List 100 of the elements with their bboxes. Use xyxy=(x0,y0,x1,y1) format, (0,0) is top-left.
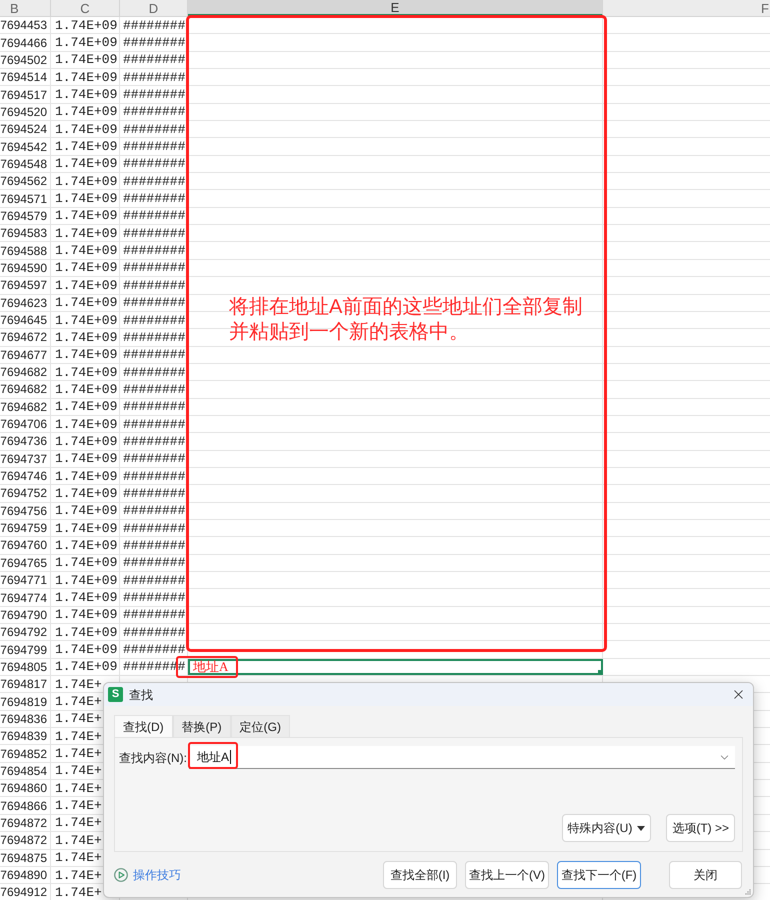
column-header[interactable]: C xyxy=(51,0,120,16)
table-cell: 7694756 xyxy=(0,504,47,517)
table-cell: ######## xyxy=(123,330,186,344)
table-cell: 7694817 xyxy=(0,678,47,690)
dropdown-button[interactable]: 特殊内容(U) xyxy=(562,814,652,842)
table-cell: 7694765 xyxy=(0,556,47,569)
table-cell: ######## xyxy=(123,36,186,50)
table-cell[interactable]: 地址A xyxy=(188,658,603,676)
tips-link[interactable]: 操作技巧 xyxy=(114,868,181,882)
fill-handle-icon[interactable] xyxy=(598,670,603,676)
options-button[interactable]: 选项(T) >> xyxy=(666,814,735,842)
table-cell: ######## xyxy=(123,122,186,136)
table-cell: ######## xyxy=(123,314,186,327)
table-cell: 1.74E+ xyxy=(55,764,102,778)
table-cell: 1.74E+09 xyxy=(55,470,118,483)
dialog-button[interactable]: 查找上一个(V) xyxy=(465,861,549,889)
table-cell: 1.74E+ xyxy=(55,782,102,795)
table-cell: ######## xyxy=(123,261,186,274)
table-cell: 7694466 xyxy=(0,36,47,49)
table-cell: ######## xyxy=(123,591,186,604)
table-cell: ######## xyxy=(123,556,186,570)
table-cell: ######## xyxy=(123,88,186,102)
table-cell: 7694852 xyxy=(0,748,47,760)
table-cell: 7694548 xyxy=(0,158,47,170)
table-cell: ######## xyxy=(123,382,186,396)
table-cell: 7694542 xyxy=(0,140,47,153)
annotation-note: 将排在地址A前面的这些地址们全部复制并粘贴到一个新的表格中。 xyxy=(229,295,584,345)
table-cell: 7694890 xyxy=(0,869,47,882)
search-field[interactable]: 地址A xyxy=(189,746,735,769)
table-cell: 1.74E+09 xyxy=(55,400,118,414)
table-cell: 1.74E+09 xyxy=(55,244,118,258)
table-cell: 7694839 xyxy=(0,730,47,742)
table-cell: 7694524 xyxy=(0,123,47,136)
table-cell: ######## xyxy=(123,18,186,32)
table-cell: 7694502 xyxy=(0,54,47,66)
table-cell: ######## xyxy=(123,244,186,258)
table-cell: 7694805 xyxy=(0,660,47,673)
table-cell: 7694579 xyxy=(0,210,47,222)
table-cell: ######## xyxy=(123,278,186,292)
table-cell: 7694792 xyxy=(0,626,47,638)
caret-icon xyxy=(637,826,646,830)
table-cell: 1.74E+09 xyxy=(55,660,118,674)
column-header[interactable]: F xyxy=(603,0,770,16)
table-cell: 7694774 xyxy=(0,592,47,604)
table-cell: 7694836 xyxy=(0,712,47,725)
table-cell: 7694623 xyxy=(0,296,47,309)
table-cell: ######## xyxy=(123,643,186,656)
table-cell: 1.74E+09 xyxy=(55,36,118,50)
table-cell: 7694790 xyxy=(0,608,47,621)
table-cell: 7694597 xyxy=(0,279,47,292)
table-cell: 1.74E+09 xyxy=(55,608,118,622)
table-cell: ######## xyxy=(123,70,186,84)
table-cell: 7694583 xyxy=(0,227,47,240)
table-cell: ######## xyxy=(123,226,186,240)
table-cell: 1.74E+09 xyxy=(55,209,118,222)
table-cell: ######## xyxy=(123,504,186,518)
table-cell: 7694854 xyxy=(0,764,47,777)
table-cell: 1.74E+ xyxy=(55,834,102,847)
dialog-button[interactable]: 查找下一个(F) xyxy=(557,861,641,889)
table-cell: 7694682 xyxy=(0,383,47,396)
table-cell: 7694562 xyxy=(0,175,47,188)
table-cell: ######## xyxy=(123,418,186,431)
table-cell: 7694645 xyxy=(0,314,47,326)
table-cell: 1.74E+09 xyxy=(55,418,118,431)
column-header[interactable]: B xyxy=(0,0,51,16)
text-cursor xyxy=(230,750,232,764)
table-cell: 1.74E+09 xyxy=(55,174,118,188)
table-cell: 7694588 xyxy=(0,244,47,257)
table-cell: ######## xyxy=(123,157,186,170)
table-cell: ######## xyxy=(123,486,186,500)
table-cell: 1.74E+ xyxy=(55,816,102,830)
table-cell: 1.74E+ xyxy=(55,747,102,760)
table-cell: 1.74E+09 xyxy=(55,88,118,102)
table-cell: 1.74E+09 xyxy=(55,574,118,587)
tab[interactable]: 定位(G) xyxy=(230,715,290,737)
table-cell: 7694514 xyxy=(0,71,47,84)
table-cell: ######## xyxy=(123,348,186,362)
column-header[interactable]: E xyxy=(188,0,603,16)
dialog-button[interactable]: 关闭 xyxy=(669,861,742,889)
resize-grip-icon[interactable] xyxy=(745,889,751,895)
table-cell: ######## xyxy=(123,434,186,448)
table-cell: 7694912 xyxy=(0,886,47,898)
table-cell: 1.74E+09 xyxy=(55,296,118,310)
table-cell: 1.74E+09 xyxy=(55,53,118,66)
tab[interactable]: 查找(D) xyxy=(114,715,173,737)
dialog-button[interactable]: 查找全部(I) xyxy=(383,861,457,889)
table-cell: ######## xyxy=(123,452,186,466)
table-cell: 7694672 xyxy=(0,331,47,344)
table-cell: 1.74E+ xyxy=(55,712,102,726)
table-cell: 1.74E+09 xyxy=(55,105,118,118)
table-cell: 7694453 xyxy=(0,19,47,32)
table-cell: ######## xyxy=(123,574,186,587)
tab[interactable]: 替换(P) xyxy=(172,715,231,737)
highlight-frame xyxy=(188,742,238,769)
table-cell: ######## xyxy=(123,538,186,552)
table-cell: 1.74E+ xyxy=(55,695,102,708)
table-cell: 1.74E+09 xyxy=(55,643,118,656)
table-cell: 1.74E+ xyxy=(55,868,102,882)
table-cell: ######## xyxy=(123,470,186,483)
table-cell: 1.74E+09 xyxy=(55,157,118,170)
